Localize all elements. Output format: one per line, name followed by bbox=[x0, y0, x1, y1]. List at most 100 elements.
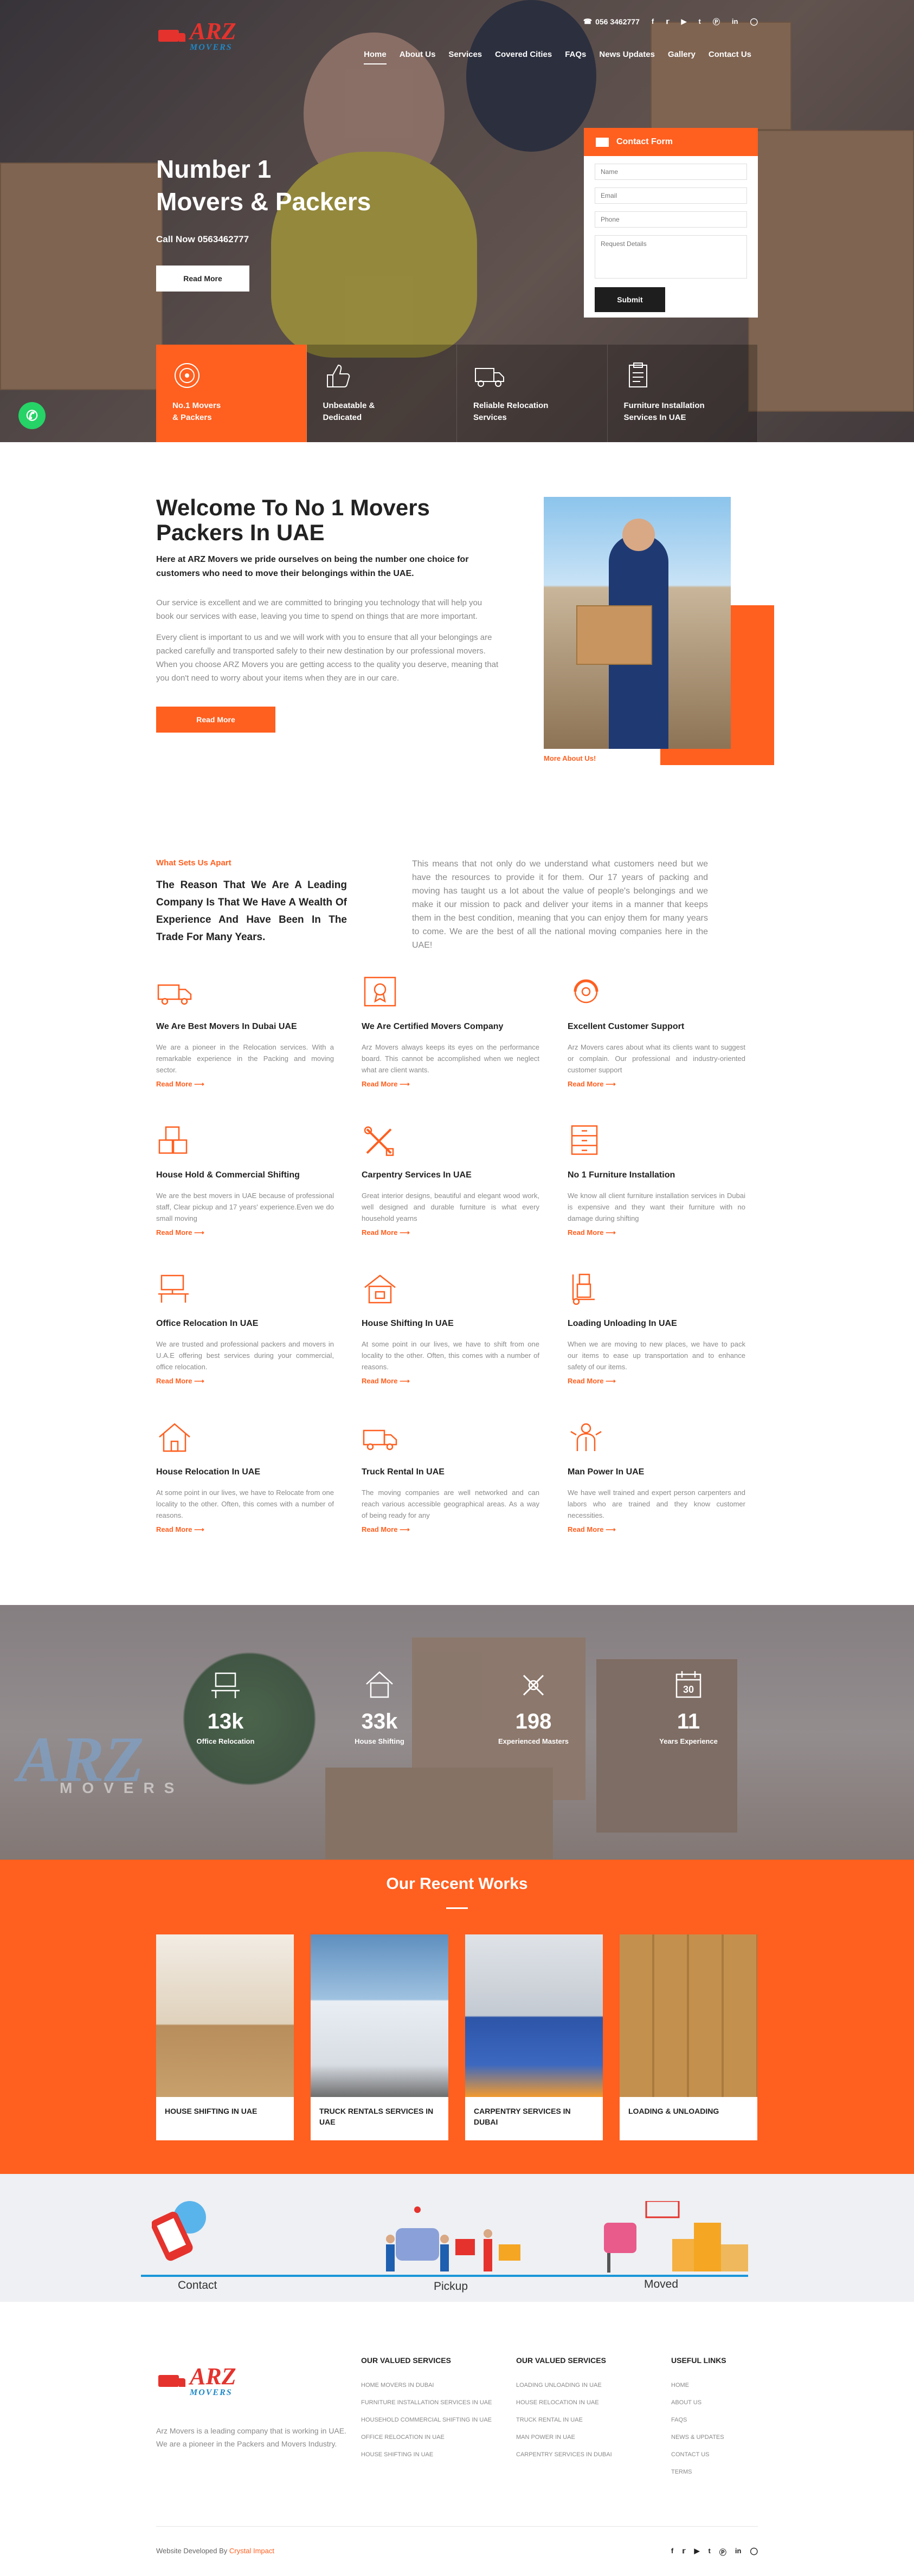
footer-link[interactable]: Contact Us bbox=[671, 2446, 726, 2463]
work-card[interactable]: LOADING & UNLOADING bbox=[620, 1934, 757, 2140]
work-title: CARPENTRY SERVICES IN DUBAI bbox=[474, 2107, 571, 2126]
tumblr-icon[interactable]: t bbox=[709, 2547, 711, 2557]
feature-label: No.1 Movers bbox=[172, 401, 221, 410]
logo-subtext: MOVERS bbox=[190, 2388, 233, 2397]
service-read-more-link[interactable]: Read More ⟶ bbox=[568, 1080, 745, 1089]
welcome-read-more-button[interactable]: Read More bbox=[156, 707, 275, 733]
footer-link[interactable]: Carpentry Services In Dubai bbox=[516, 2446, 612, 2463]
service-read-more-link[interactable]: Read More ⟶ bbox=[362, 1525, 539, 1534]
submit-button[interactable]: Submit bbox=[595, 287, 665, 312]
nav-gallery[interactable]: Gallery bbox=[661, 50, 702, 59]
footer-link[interactable]: House Relocation In UAE bbox=[516, 2394, 612, 2411]
footer-divider bbox=[156, 2526, 758, 2527]
footer-link[interactable]: News & Updates bbox=[671, 2429, 726, 2446]
pinterest-icon[interactable]: Ⓟ bbox=[719, 2547, 726, 2557]
process-step-label: Contact bbox=[178, 2279, 217, 2292]
nav-news[interactable]: News Updates bbox=[593, 50, 661, 59]
service-read-more-link[interactable]: Read More ⟶ bbox=[156, 1080, 334, 1089]
feature-item[interactable]: Reliable Relocation Services bbox=[457, 345, 608, 442]
service-text: We have well trained and expert person c… bbox=[568, 1488, 745, 1519]
features-strip: No.1 Movers & Packers Unbeatable & Dedic… bbox=[156, 345, 758, 442]
footer-link[interactable]: About Us bbox=[671, 2394, 726, 2411]
twitter-icon[interactable]: 𝕣 bbox=[682, 2547, 685, 2557]
pickup-illustration bbox=[386, 2206, 520, 2271]
feature-label: Services bbox=[473, 413, 507, 422]
footer-link[interactable]: Truck Rental In UAE bbox=[516, 2411, 612, 2429]
counter-value: 33k bbox=[361, 1710, 398, 1733]
service-text: When we are moving to new places, we hav… bbox=[568, 1340, 745, 1371]
footer-link[interactable]: Home bbox=[671, 2377, 726, 2394]
hero-call[interactable]: Call Now 0563462777 bbox=[156, 234, 249, 245]
youtube-icon[interactable]: ▶ bbox=[694, 2547, 700, 2557]
work-card[interactable]: HOUSE SHIFTING IN UAE bbox=[156, 1934, 294, 2140]
pinterest-icon[interactable]: Ⓟ bbox=[713, 16, 720, 27]
service-read-more-link[interactable]: Read More ⟶ bbox=[568, 1228, 745, 1237]
boxes-icon bbox=[158, 1126, 188, 1154]
service-read-more-link[interactable]: Read More ⟶ bbox=[362, 1228, 539, 1237]
service-card: House Shifting In UAE At some point in o… bbox=[362, 1272, 539, 1386]
instagram-icon[interactable]: ◯ bbox=[750, 2547, 758, 2557]
manpower-icon bbox=[570, 1423, 602, 1451]
details-textarea[interactable] bbox=[595, 235, 747, 279]
service-read-more-link[interactable]: Read More ⟶ bbox=[156, 1228, 334, 1237]
phone-input[interactable] bbox=[595, 211, 747, 228]
youtube-icon[interactable]: ▶ bbox=[681, 17, 687, 26]
service-card: Truck Rental In UAE The moving companies… bbox=[362, 1421, 539, 1534]
logo-subtext: MOVERS bbox=[190, 43, 233, 52]
linkedin-icon[interactable]: in bbox=[732, 17, 738, 25]
work-title: LOADING & UNLOADING bbox=[628, 2107, 719, 2115]
hand-truck-icon bbox=[572, 1273, 595, 1305]
service-card: Man Power In UAE We have well trained an… bbox=[568, 1421, 745, 1534]
nav-faqs[interactable]: FAQs bbox=[558, 50, 593, 59]
truck-icon bbox=[158, 2375, 185, 2387]
service-read-more-link[interactable]: Read More ⟶ bbox=[362, 1080, 539, 1089]
service-title: We Are Best Movers In Dubai UAE bbox=[156, 1022, 297, 1031]
service-text: We are a pioneer in the Relocation servi… bbox=[156, 1043, 334, 1074]
feature-item[interactable]: Unbeatable & Dedicated bbox=[306, 345, 457, 442]
footer-link[interactable]: Office Relocation In UAE bbox=[361, 2429, 492, 2446]
name-input[interactable] bbox=[595, 164, 747, 180]
nav-contact[interactable]: Contact Us bbox=[702, 50, 758, 59]
masters-icon bbox=[523, 1674, 544, 1696]
service-read-more-link[interactable]: Read More ⟶ bbox=[568, 1377, 745, 1386]
facebook-icon[interactable]: f bbox=[652, 17, 654, 25]
footer-logo[interactable]: ARZ MOVERS bbox=[158, 2365, 236, 2397]
moved-illustration bbox=[604, 2201, 748, 2273]
work-title: TRUCK RENTALS SERVICES IN UAE bbox=[319, 2107, 434, 2126]
credit-link[interactable]: Crystal Impact bbox=[229, 2547, 274, 2555]
site-logo[interactable]: ARZ MOVERS bbox=[158, 20, 236, 52]
tumblr-icon[interactable]: t bbox=[699, 17, 701, 25]
footer-link[interactable]: Home Movers In Dubai bbox=[361, 2377, 492, 2394]
footer-link[interactable]: House Shifting In UAE bbox=[361, 2446, 492, 2463]
footer-link[interactable]: Furniture Installation Services In UAE bbox=[361, 2394, 492, 2411]
service-read-more-link[interactable]: Read More ⟶ bbox=[156, 1377, 334, 1386]
feature-item[interactable]: Furniture Installation Services In UAE bbox=[607, 345, 758, 442]
more-about-link[interactable]: More About Us! bbox=[544, 754, 596, 762]
footer-link[interactable]: Loading Unloading In UAE bbox=[516, 2377, 612, 2394]
footer-useful-links-column: USEFUL LINKS Home About Us FAQs News & U… bbox=[671, 2356, 726, 2481]
linkedin-icon[interactable]: in bbox=[735, 2547, 742, 2557]
work-card[interactable]: TRUCK RENTALS SERVICES IN UAE bbox=[311, 1934, 448, 2140]
instagram-icon[interactable]: ◯ bbox=[750, 17, 758, 26]
whatsapp-icon[interactable]: ✆ bbox=[18, 402, 46, 429]
service-read-more-link[interactable]: Read More ⟶ bbox=[156, 1525, 334, 1534]
email-input[interactable] bbox=[595, 187, 747, 204]
service-read-more-link[interactable]: Read More ⟶ bbox=[568, 1525, 745, 1534]
footer-link[interactable]: Terms bbox=[671, 2463, 726, 2481]
nav-covered-cities[interactable]: Covered Cities bbox=[488, 50, 558, 59]
footer-link[interactable]: Household Commercial Shifting In UAE bbox=[361, 2411, 492, 2429]
service-read-more-link[interactable]: Read More ⟶ bbox=[362, 1377, 539, 1386]
nav-services[interactable]: Services bbox=[442, 50, 488, 59]
hero-read-more-button[interactable]: Read More bbox=[156, 266, 249, 292]
facebook-icon[interactable]: f bbox=[671, 2547, 673, 2557]
nav-home[interactable]: Home bbox=[357, 50, 393, 64]
footer-link[interactable]: Man Power In UAE bbox=[516, 2429, 612, 2446]
topbar-phone[interactable]: 056 3462777 bbox=[595, 17, 640, 26]
twitter-icon[interactable]: 𝕣 bbox=[666, 17, 669, 26]
work-image bbox=[620, 1934, 757, 2097]
footer-link[interactable]: FAQs bbox=[671, 2411, 726, 2429]
feature-item[interactable]: No.1 Movers & Packers bbox=[156, 345, 307, 442]
counter-value: 11 bbox=[677, 1710, 700, 1733]
work-card[interactable]: CARPENTRY SERVICES IN DUBAI bbox=[465, 1934, 603, 2140]
nav-about[interactable]: About Us bbox=[393, 50, 442, 59]
